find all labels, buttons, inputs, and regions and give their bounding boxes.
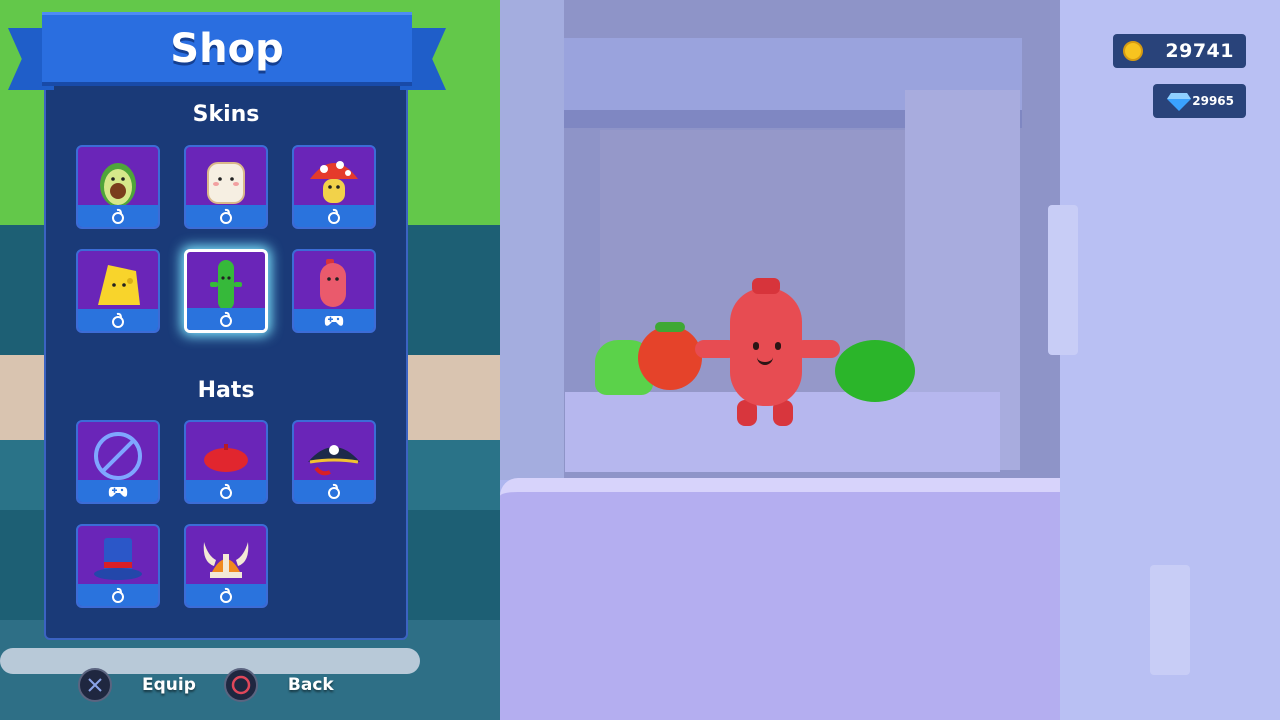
gem-icon <box>1167 93 1191 111</box>
item-status-banner <box>294 480 374 502</box>
gamepad-icon <box>324 316 344 326</box>
lock-icon <box>112 208 124 224</box>
lock-icon <box>112 312 124 328</box>
hats-heading: Hats <box>197 378 255 403</box>
item-status-banner <box>187 308 265 330</box>
skin-item-avocado[interactable] <box>76 145 160 229</box>
skin-item-mushroom[interactable] <box>292 145 376 229</box>
shop-title: Shop <box>170 25 284 72</box>
skin-item-toast[interactable] <box>184 145 268 229</box>
character-eye <box>775 342 781 350</box>
item-status-banner <box>186 205 266 227</box>
circle-icon <box>231 675 251 695</box>
item-status-banner <box>78 584 158 606</box>
pirate-hat-icon <box>308 445 360 476</box>
fridge-door-bracket <box>1150 565 1190 675</box>
gem-amount: 29965 <box>1192 94 1234 108</box>
player-character-preview <box>695 278 840 428</box>
lock-icon <box>220 483 232 499</box>
avocado-skin-icon <box>100 163 136 207</box>
character-eye <box>753 342 759 350</box>
back-label[interactable]: Back <box>288 675 334 695</box>
fridge-drawer <box>500 478 1090 720</box>
tomato-prop <box>638 326 702 390</box>
item-status-banner <box>78 480 158 502</box>
lock-icon <box>112 587 124 603</box>
gem-counter: 29965 <box>1153 84 1246 118</box>
item-status-banner <box>294 309 374 331</box>
hat-item-viking[interactable] <box>184 524 268 608</box>
mushroom-skin-icon <box>310 161 358 203</box>
item-status-banner <box>186 480 266 502</box>
tomato-leaf-prop <box>655 322 685 332</box>
item-status-banner <box>78 309 158 331</box>
hats-grid <box>76 420 376 608</box>
hat-item-none[interactable] <box>76 420 160 504</box>
hat-item-beret[interactable] <box>184 420 268 504</box>
skin-item-cucumber[interactable] <box>184 249 268 333</box>
controller-hints: Equip Back <box>78 668 362 702</box>
skin-item-sausage[interactable] <box>292 249 376 333</box>
broccoli-prop <box>835 340 915 402</box>
circle-button-icon[interactable] <box>223 668 258 702</box>
hat-item-pirate[interactable] <box>292 420 376 504</box>
fridge-door-bracket <box>1048 205 1078 355</box>
lock-icon <box>328 208 340 224</box>
cucumber-skin-icon <box>210 260 242 310</box>
lock-icon <box>220 208 232 224</box>
character-tip <box>752 278 780 294</box>
hat-item-top-hat[interactable] <box>76 524 160 608</box>
lock-icon <box>220 311 232 327</box>
shop-title-banner: Shop <box>42 12 412 86</box>
skin-item-cheese[interactable] <box>76 249 160 333</box>
item-status-banner <box>186 584 266 606</box>
skins-grid <box>76 145 376 333</box>
coin-icon <box>1123 41 1143 61</box>
coin-counter: 29741 <box>1113 34 1246 68</box>
gamepad-icon <box>108 487 128 497</box>
viking-helmet-icon <box>203 542 249 578</box>
character-body <box>730 288 802 406</box>
cheese-skin-icon <box>98 265 140 305</box>
lock-icon <box>328 483 340 499</box>
sausage-skin-icon <box>320 259 346 307</box>
fridge-left-post <box>500 0 564 480</box>
top-hat-icon <box>94 538 142 580</box>
cross-icon <box>88 678 102 692</box>
beret-icon <box>204 444 248 472</box>
equip-label[interactable]: Equip <box>142 675 196 695</box>
toast-skin-icon <box>207 162 245 204</box>
coin-amount: 29741 <box>1165 40 1234 62</box>
item-status-banner <box>294 205 374 227</box>
skins-heading: Skins <box>192 102 260 127</box>
item-status-banner <box>78 205 158 227</box>
lock-icon <box>220 587 232 603</box>
no-hat-icon <box>94 432 142 480</box>
cross-button-icon[interactable] <box>78 668 112 702</box>
